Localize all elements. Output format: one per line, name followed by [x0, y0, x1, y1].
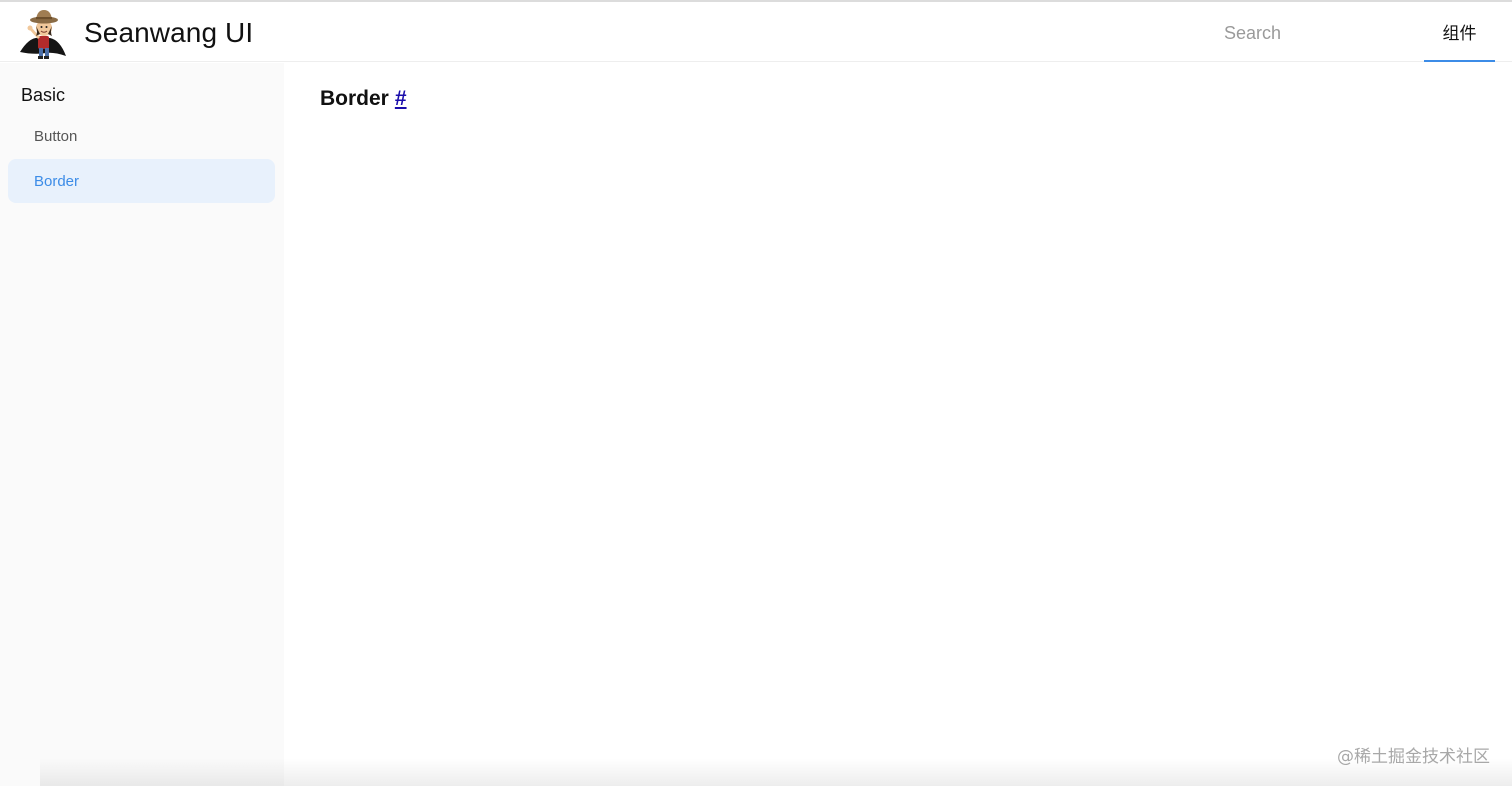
- nav-tab-components-label: 组件: [1442, 23, 1477, 44]
- search-input[interactable]: [1214, 16, 1384, 50]
- home-link[interactable]: Seanwang UI: [16, 6, 253, 60]
- nav-tab-components[interactable]: 组件: [1424, 2, 1495, 62]
- watermark: @稀土掘金技术社区: [1337, 747, 1490, 767]
- sidebar-item-label: Border: [34, 172, 80, 190]
- sidebar: Basic Button Border: [0, 63, 284, 786]
- sidebar-group-title: Basic: [21, 85, 66, 105]
- top-navbar: Seanwang UI 组件: [0, 2, 1512, 62]
- app-page: Seanwang UI 组件 Basic Button Border Borde…: [0, 0, 1512, 786]
- page-title-text: Border: [320, 87, 389, 110]
- sidebar-item-button[interactable]: Button: [8, 114, 275, 158]
- pirate-logo-icon: [20, 10, 66, 59]
- main-content: Border #: [284, 63, 1512, 786]
- page-title: Border #: [320, 87, 407, 111]
- heading-anchor-link[interactable]: #: [395, 87, 407, 110]
- site-title: Seanwang UI: [84, 17, 254, 48]
- sidebar-item-label: Button: [34, 127, 78, 145]
- sidebar-item-border[interactable]: Border: [8, 159, 275, 203]
